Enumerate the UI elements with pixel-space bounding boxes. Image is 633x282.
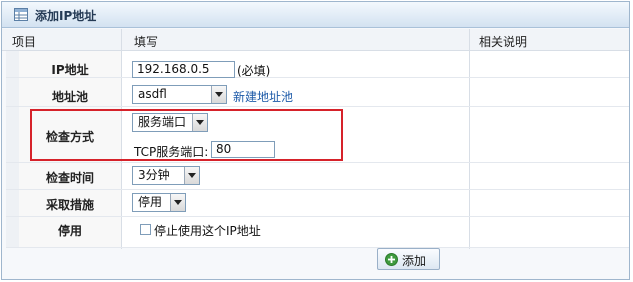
dropdown-arrow-icon <box>184 167 199 184</box>
address-pool-value: asdfl <box>138 87 167 101</box>
row-divider <box>6 189 629 190</box>
add-icon <box>385 253 398 266</box>
check-time-value: 3分钟 <box>138 168 170 182</box>
panel-titlebar: 添加IP地址 <box>2 2 629 28</box>
dropdown-arrow-icon <box>170 194 185 211</box>
ip-address-input[interactable]: 192.168.0.5 <box>132 61 235 78</box>
row-gutter <box>6 51 19 247</box>
column-header-item: 项目 <box>12 35 37 49</box>
address-pool-select[interactable]: asdfl <box>132 85 227 104</box>
add-ip-panel: 添加IP地址 项目 填写 相关说明 IP地址 192.168.0.5 (必填) … <box>1 1 630 280</box>
ip-label: IP地址 <box>51 63 89 77</box>
required-hint: (必填) <box>237 64 271 78</box>
disable-label: 停用 <box>57 224 82 238</box>
add-button[interactable]: 添加 <box>377 248 440 270</box>
new-address-pool-link[interactable]: 新建地址池 <box>233 88 293 105</box>
action-value: 停用 <box>138 195 163 209</box>
disable-checkbox[interactable] <box>140 224 151 235</box>
dropdown-arrow-icon <box>211 86 226 103</box>
table-header: 项目 填写 相关说明 <box>2 29 629 51</box>
table-icon <box>14 8 28 21</box>
check-time-label: 检查时间 <box>45 171 94 185</box>
disable-checkbox-label[interactable]: 停止使用这个IP地址 <box>154 222 261 239</box>
panel-title: 添加IP地址 <box>35 9 97 23</box>
check-time-select[interactable]: 3分钟 <box>132 166 200 185</box>
notes-column <box>470 51 629 247</box>
row-divider <box>6 162 629 163</box>
action-select[interactable]: 停用 <box>132 193 186 212</box>
check-method-highlight <box>30 109 343 161</box>
pool-label: 地址池 <box>51 90 88 104</box>
row-divider <box>6 216 629 217</box>
column-header-notes: 相关说明 <box>479 35 528 49</box>
row-divider <box>6 106 629 107</box>
add-button-label: 添加 <box>402 254 427 268</box>
column-header-fill: 填写 <box>134 35 159 49</box>
action-label: 采取措施 <box>45 198 94 212</box>
footer-divider <box>6 247 629 248</box>
